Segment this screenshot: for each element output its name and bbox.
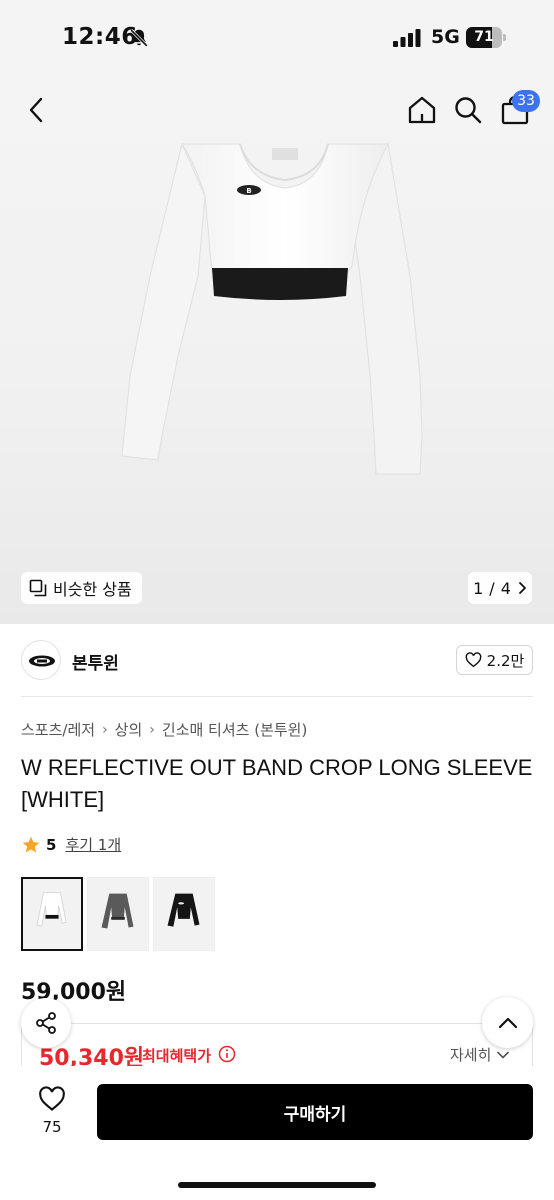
gallery-page-indicator[interactable]: 1 / 4 <box>468 572 532 604</box>
info-icon[interactable] <box>218 1045 236 1063</box>
bell-slash-icon <box>130 29 148 47</box>
benefit-label: 최대혜택가 <box>142 1047 212 1065</box>
battery-level: 71 <box>474 29 494 45</box>
variant-thumb-black[interactable] <box>153 877 215 951</box>
chevron-right-icon: › <box>149 721 155 738</box>
page-separator: / <box>489 578 495 598</box>
signal-icon <box>393 29 421 47</box>
product-title: W REFLECTIVE OUT BAND CROP LONG SLEEVE [… <box>21 755 533 812</box>
product-image: B <box>121 142 423 475</box>
home-indicator <box>178 1182 376 1188</box>
page-total: 4 <box>500 578 511 598</box>
buy-button[interactable]: 구매하기 <box>97 1084 533 1140</box>
star-icon <box>22 836 40 852</box>
brand-logo-mark <box>29 655 55 667</box>
search-icon[interactable] <box>452 94 484 126</box>
status-bar: 12:46 5G 71 <box>0 0 554 76</box>
rating: 5 후기 1개 <box>21 834 121 855</box>
variant-image <box>36 892 67 927</box>
chevron-right-icon <box>518 582 526 594</box>
svg-text:B: B <box>246 187 251 195</box>
scroll-to-top-button[interactable] <box>482 997 533 1048</box>
page-current: 1 <box>473 578 484 598</box>
rating-score: 5 <box>46 835 57 854</box>
home-icon[interactable] <box>406 94 438 126</box>
breadcrumb-item[interactable]: 상의 <box>115 719 143 740</box>
brand-name[interactable]: 본투윈 <box>72 649 119 674</box>
share-button[interactable] <box>21 998 71 1048</box>
color-variants <box>21 877 215 951</box>
share-icon <box>36 1012 56 1034</box>
bottom-action-bar: 75 구매하기 <box>0 1066 554 1200</box>
heart-outline-icon <box>39 1086 65 1111</box>
product-image-gallery[interactable]: B 33 비슷한 상품 1 / 4 <box>0 76 554 624</box>
status-time: 12:46 <box>62 24 138 50</box>
detail-label: 자세히 <box>450 1046 492 1064</box>
chevron-left-icon[interactable] <box>24 96 50 124</box>
brand-logo[interactable] <box>21 640 61 680</box>
wishlist-count: 75 <box>42 1118 62 1136</box>
breadcrumb: 스포츠/레저 › 상의 › 긴소매 티셔츠 (본투윈) <box>21 719 307 740</box>
variant-thumb-white[interactable] <box>21 877 83 951</box>
network-label: 5G <box>431 26 460 48</box>
chevron-down-icon <box>497 1051 510 1058</box>
variant-image <box>101 893 134 929</box>
similar-items-icon <box>29 579 47 597</box>
breadcrumb-item[interactable]: 스포츠/레저 <box>21 719 95 740</box>
variant-thumb-gray[interactable] <box>87 877 149 951</box>
similar-products-label: 비슷한 상품 <box>53 580 132 599</box>
variant-image <box>167 893 200 927</box>
similar-products-button[interactable]: 비슷한 상품 <box>21 572 142 604</box>
brand-like-button[interactable]: 2.2만 <box>456 645 533 675</box>
heart-outline-icon <box>465 652 482 668</box>
cart-count-badge: 33 <box>512 90 540 112</box>
battery-icon: 71 <box>466 27 506 48</box>
chevron-up-icon <box>498 1017 517 1028</box>
chevron-right-icon: › <box>102 721 108 738</box>
divider <box>21 696 533 697</box>
breadcrumb-item[interactable]: 긴소매 티셔츠 (본투윈) <box>162 719 307 740</box>
wishlist-button[interactable]: 75 <box>30 1086 74 1142</box>
review-link[interactable]: 후기 1개 <box>65 834 121 855</box>
brand-like-count: 2.2만 <box>486 651 525 670</box>
